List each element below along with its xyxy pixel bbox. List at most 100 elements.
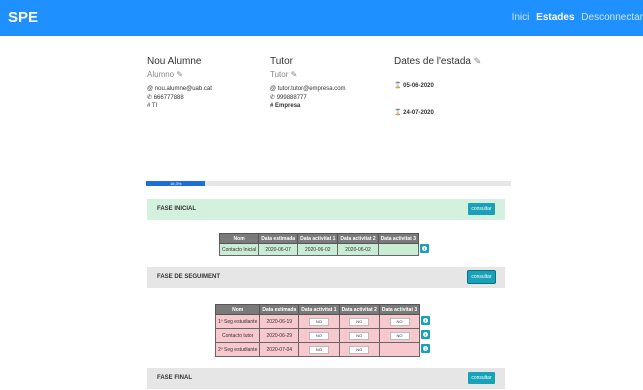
tutor-company-value: Empresa <box>275 103 301 109</box>
cell-info: i <box>418 244 430 256</box>
cell-nom: Contacto Inicial <box>218 243 260 256</box>
column-header: Data activitat 3 <box>377 233 419 244</box>
nav-link-inici[interactable]: Inici <box>512 12 530 23</box>
dates-heading: Dates de l'estada ✎ <box>394 56 481 67</box>
table-row: 1º Seg estudiante 2020-06-19 NO NO NO i <box>214 314 432 329</box>
cell-info: i <box>420 315 432 329</box>
cell-info: i <box>420 343 432 357</box>
navbar: SPE Inici Estades Desconnectar <box>0 0 643 36</box>
cell-activitat-1: NO <box>298 342 340 357</box>
empty-header <box>418 234 430 244</box>
pencil-square-icon[interactable]: ✎ <box>474 56 482 67</box>
nav-links: Inici Estades Desconnectar <box>508 12 643 23</box>
student-info: Nou Alumne Alumno ✎ @ nou.alumne@uab.cat… <box>147 56 212 109</box>
student-role-label: Alumno <box>147 70 175 79</box>
cell-estimada: 2020-07-04 <box>259 342 300 357</box>
cell-activitat-3: NO <box>378 314 421 329</box>
student-group: # TI <box>147 103 212 109</box>
info-circle-icon: i <box>423 332 429 337</box>
table-row: Contacto tutor 2020-06-29 NO NO NO i <box>214 328 432 343</box>
cell-nom: Contacto tutor <box>214 328 261 343</box>
phase-inicial-table: Nom Data estimada Data activitat 1 Data … <box>218 233 430 256</box>
end-date: ⌛ 24-07-2020 <box>394 109 481 116</box>
cell-activitat-2: NO <box>338 342 380 357</box>
cell-activitat-2: 2020-06-02 <box>337 243 379 256</box>
student-role: Alumno ✎ <box>147 70 212 79</box>
column-header: Data activitat 3 <box>378 304 421 315</box>
cell-activitat-3 <box>378 342 421 357</box>
cell-activitat-3: NO <box>378 328 421 343</box>
column-header: Data estimada <box>259 304 300 315</box>
no-box: NO <box>389 317 410 326</box>
start-date-value: 05-06-2020 <box>403 83 434 89</box>
consultar-button[interactable]: consultar <box>468 271 495 283</box>
student-group-value: TI <box>151 103 158 109</box>
progress-fill: 16,3% <box>146 181 206 186</box>
tutor-company: # Empresa <box>270 103 346 109</box>
info-button[interactable]: i <box>419 244 429 253</box>
end-date-value: 24-07-2020 <box>403 110 434 116</box>
consultar-button[interactable]: consultar <box>468 203 495 215</box>
cell-activitat-3 <box>377 243 419 256</box>
tutor-role: Tutor ✎ <box>270 70 346 79</box>
phase-final: FASE FINAL consultar <box>147 368 505 389</box>
cell-activitat-2: NO <box>338 314 380 329</box>
tutor-email-value: tutor.tutor@empresa.com <box>277 86 346 92</box>
tutor-role-label: Tutor <box>270 70 289 79</box>
phase-title: FASE INICIAL <box>157 206 197 212</box>
at-icon: @ <box>270 86 277 92</box>
table-header-row: Nom Data estimada Data activitat 1 Data … <box>214 304 432 315</box>
student-heading: Nou Alumne <box>147 56 202 67</box>
phase-seguiment: FASE DE SEGUIMENT consultar <box>147 267 505 288</box>
start-date: ⌛ 05-06-2020 <box>394 82 481 89</box>
info-button[interactable]: i <box>421 330 431 339</box>
progress-bar: 16,3% <box>146 181 511 186</box>
tutor-info: Tutor Tutor ✎ @ tutor.tutor@empresa.com … <box>270 56 346 109</box>
building-icon: # <box>270 103 274 109</box>
column-header: Data activitat 1 <box>297 233 339 244</box>
cell-estimada: 2020-06-29 <box>259 328 300 343</box>
column-header: Nom <box>214 304 261 315</box>
student-email: @ nou.alumne@uab.cat <box>147 86 212 92</box>
dates-heading-label: Dates de l'estada <box>394 56 471 67</box>
brand-logo[interactable]: SPE <box>8 9 38 26</box>
table-header-row: Nom Data estimada Data activitat 1 Data … <box>218 233 430 244</box>
at-icon: @ <box>147 86 154 92</box>
phase-seguiment-table: Nom Data estimada Data activitat 1 Data … <box>214 304 432 357</box>
consultar-button[interactable]: consultar <box>468 372 495 384</box>
column-header: Data estimada <box>258 233 299 244</box>
tutor-email: @ tutor.tutor@empresa.com <box>270 86 346 92</box>
hourglass-end-icon: ⌛ <box>394 110 402 116</box>
column-header: Data activitat 1 <box>298 304 340 315</box>
no-box: NO <box>389 331 410 340</box>
hash-icon: # <box>147 103 151 109</box>
student-email-value: nou.alumne@uab.cat <box>154 86 212 92</box>
cell-estimada: 2020-06-19 <box>259 314 300 329</box>
info-circle-icon: i <box>421 246 427 251</box>
no-box: NO <box>308 317 329 326</box>
no-box: NO <box>308 331 329 340</box>
cell-nom: 1º Seg estudiante <box>214 314 261 329</box>
info-button[interactable]: i <box>421 316 431 325</box>
info-button[interactable]: i <box>421 344 431 353</box>
phase-inicial: FASE INICIAL consultar <box>147 199 505 220</box>
empty-header <box>420 305 432 315</box>
info-circle-icon: i <box>423 346 429 351</box>
stay-dates: Dates de l'estada ✎ ⌛ 05-06-2020 ⌛ 24-07… <box>394 56 481 116</box>
tutor-phone: ✆ 999888777 <box>270 94 346 101</box>
cell-activitat-1: 2020-06-02 <box>297 243 339 256</box>
cell-nom: 2º Seg estudiante <box>214 342 261 357</box>
tutor-phone-value: 999888777 <box>276 95 307 101</box>
phase-title: FASE FINAL <box>157 375 193 381</box>
table-row: 2º Seg estudiante 2020-07-04 NO NO i <box>214 342 432 357</box>
cell-estimada: 2020-06-07 <box>258 243 299 256</box>
cell-activitat-1: NO <box>298 314 340 329</box>
phase-title: FASE DE SEGUIMENT <box>157 274 221 280</box>
nav-link-estades[interactable]: Estades <box>536 12 574 23</box>
phone-icon: ✆ <box>270 95 276 101</box>
pencil-square-icon[interactable]: ✎ <box>291 70 298 79</box>
nav-link-desconnectar[interactable]: Desconnectar <box>581 12 643 23</box>
column-header: Data activitat 2 <box>337 233 379 244</box>
pencil-square-icon[interactable]: ✎ <box>176 70 183 79</box>
tutor-heading: Tutor <box>270 56 293 67</box>
